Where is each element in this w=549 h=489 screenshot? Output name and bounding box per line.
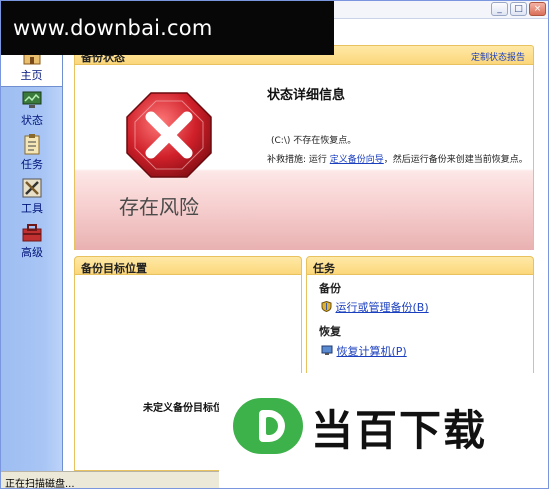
backup-status-panel: 存在风险 状态详细信息 (C:\) 不存在恢复点。 补救措施: 运行 定义备份向… xyxy=(74,65,534,250)
sidebar-item-tasks[interactable]: 任务 xyxy=(1,133,63,177)
task-group-backup: 备份 xyxy=(319,282,341,295)
status-detail-message: (C:\) 不存在恢复点。 xyxy=(271,136,357,146)
risk-status-label: 存在风险 xyxy=(119,195,199,219)
application-window: _ □ × 主页 状态 任务 工具 高级 备份状态 定制状态报告 存在风险 状态… xyxy=(0,0,549,489)
sidebar-item-label: 状态 xyxy=(21,114,43,127)
status-bar-text: 正在扫描磁盘... xyxy=(5,479,75,489)
risk-error-icon xyxy=(126,92,212,178)
watermark-logo: 当百下载 xyxy=(219,373,548,488)
clipboard-icon xyxy=(24,134,40,155)
close-button[interactable]: × xyxy=(529,2,546,16)
run-backup-link[interactable]: 运行或管理备份(B) xyxy=(321,299,429,315)
computer-restore-icon xyxy=(321,345,333,355)
maximize-button[interactable]: □ xyxy=(510,2,527,16)
run-backup-label: 运行或管理备份 xyxy=(335,301,413,314)
sidebar-item-status[interactable]: 状态 xyxy=(1,89,63,133)
logo-text: 当百下载 xyxy=(311,406,488,455)
tasks-header: 任务 xyxy=(306,256,534,275)
toolbox-icon xyxy=(22,224,42,242)
sidebar-item-label: 任务 xyxy=(21,158,43,171)
sidebar-item-advanced[interactable]: 高级 xyxy=(1,221,63,265)
restore-computer-link[interactable]: 恢复计算机(P) xyxy=(321,343,407,359)
watermark-banner: www.downbai.com xyxy=(1,1,334,55)
logo-d-icon xyxy=(233,398,303,454)
minimize-button[interactable]: _ xyxy=(491,2,508,16)
remedy-text: 补救措施: 运行 定义备份向导，然后运行备份来创建当前恢复点。 xyxy=(267,154,529,166)
sidebar-item-label: 工具 xyxy=(21,202,43,215)
restore-computer-shortcut: (P) xyxy=(391,345,407,358)
tools-icon xyxy=(22,178,42,198)
remedy-suffix: ，然后运行备份来创建当前恢复点。 xyxy=(383,155,528,165)
remedy-prefix: 补救措施: 运行 xyxy=(267,155,330,165)
task-group-restore: 恢复 xyxy=(319,325,341,338)
run-backup-shortcut: (B) xyxy=(412,301,429,314)
sidebar: 主页 状态 任务 工具 高级 xyxy=(1,41,63,471)
sidebar-item-label: 高级 xyxy=(21,246,43,259)
monitor-icon xyxy=(22,91,42,108)
sidebar-item-tools[interactable]: 工具 xyxy=(1,177,63,221)
shield-icon xyxy=(321,300,332,313)
status-detail-title: 状态详细信息 xyxy=(267,88,346,103)
sidebar-item-label: 主页 xyxy=(20,69,43,82)
custom-report-link[interactable]: 定制状态报告 xyxy=(471,50,525,63)
define-backup-wizard-link[interactable]: 定义备份向导 xyxy=(330,155,384,165)
backup-target-header: 备份目标位置 xyxy=(74,256,302,275)
restore-computer-label: 恢复计算机 xyxy=(336,345,392,358)
no-target-note: 未定义备份目标位 xyxy=(143,403,223,414)
window-controls: _ □ × xyxy=(491,2,546,16)
